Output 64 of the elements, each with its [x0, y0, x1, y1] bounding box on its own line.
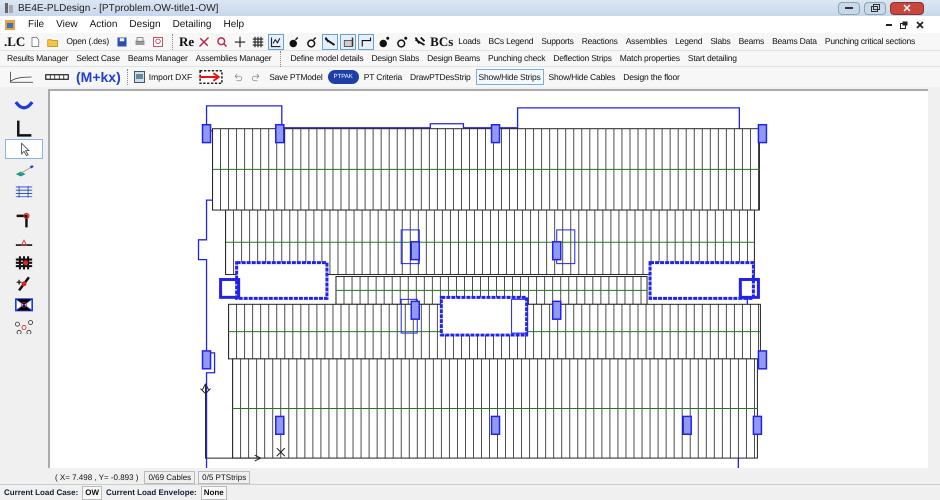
- toolbar-button[interactable]: PT Criteria: [360, 68, 406, 86]
- status-field: 0/69 Cables: [144, 470, 196, 484]
- toolbar-button[interactable]: Show/Hide Cables: [546, 68, 618, 86]
- toolbar-button[interactable]: Results Manager: [4, 50, 72, 67]
- toolbar-button[interactable]: Assemblies: [622, 33, 670, 50]
- app-icon: [4, 2, 14, 14]
- toolbar-button[interactable]: DrawPTDesStrip: [407, 68, 474, 86]
- toolbar-button[interactable]: Deflection Strips: [550, 50, 615, 67]
- menu-item[interactable]: File: [28, 17, 44, 32]
- slash-icon[interactable]: [322, 34, 338, 50]
- document-icon: [4, 18, 16, 30]
- document-icon: [134, 71, 145, 83]
- toolbar-button[interactable]: Open (.des): [63, 33, 112, 50]
- restore-icon: [900, 20, 908, 28]
- toolbar-label[interactable]: BCs: [430, 32, 454, 52]
- toolbar-button[interactable]: Design Slabs: [368, 50, 422, 67]
- toolbar-button[interactable]: Punching critical sections: [822, 33, 918, 50]
- formula-button[interactable]: (M+kx): [76, 66, 121, 88]
- import-dxf-button[interactable]: Import DXF: [134, 70, 192, 84]
- toolbar-button[interactable]: Beams Data: [769, 33, 820, 50]
- toolbar-button[interactable]: Define model details: [287, 50, 366, 67]
- toolbar-label[interactable]: Re: [179, 32, 194, 52]
- close-icon: [903, 4, 911, 12]
- toolbar-button[interactable]: Save PTModel: [266, 68, 326, 86]
- restore-icon: [870, 4, 880, 12]
- status-field: 0/5 PTStrips: [198, 470, 250, 484]
- minimize-button[interactable]: [838, 2, 860, 14]
- toolbar-button[interactable]: Beams Manager: [124, 50, 191, 67]
- minimize-icon: [886, 24, 892, 26]
- toolbar-button[interactable]: Design the floor: [620, 68, 683, 86]
- cursor-icon[interactable]: [5, 139, 43, 159]
- toolbar-button[interactable]: BCs Legend: [485, 33, 536, 50]
- toolbar-button[interactable]: Show/Hide Strips: [476, 68, 544, 86]
- toolbar-button[interactable]: Beams: [736, 33, 768, 50]
- menu-item[interactable]: View: [56, 17, 78, 32]
- toolbar-button[interactable]: Select Case: [73, 50, 123, 67]
- toolbar-button[interactable]: Punching check: [485, 50, 548, 67]
- menu-item[interactable]: Detailing: [172, 17, 212, 32]
- slab-icon[interactable]: [340, 34, 356, 50]
- toolbar-button[interactable]: Loads: [455, 33, 484, 50]
- toolbar-button[interactable]: Supports: [538, 33, 577, 50]
- minimize-icon: [845, 7, 853, 9]
- menu-item[interactable]: Design: [129, 17, 161, 32]
- toolbar-button[interactable]: Assemblies Manager: [192, 50, 274, 67]
- toolbar-button[interactable]: Start detailing: [684, 50, 740, 67]
- load-label: Current Load Case:: [4, 486, 78, 498]
- restore-button[interactable]: [864, 2, 886, 14]
- toolbar-button[interactable]: Legend: [672, 33, 706, 50]
- toolbar-label[interactable]: .LC: [4, 32, 26, 52]
- toolbar-button[interactable]: Reactions: [578, 33, 621, 50]
- toolbar-button[interactable]: Match properties: [616, 50, 683, 67]
- corner-icon[interactable]: [358, 34, 374, 50]
- load-label: Current Load Envelope:: [106, 486, 197, 498]
- toolbar-button[interactable]: Design Beams: [424, 50, 484, 67]
- close-icon: [916, 20, 924, 28]
- chart-icon[interactable]: [268, 34, 284, 50]
- load-value: OW: [82, 486, 102, 500]
- menu-item[interactable]: Action: [90, 17, 118, 32]
- load-value: None: [200, 486, 227, 500]
- status-field: ( X= 7.498 , Y= -0.893 ): [52, 472, 142, 482]
- close-button[interactable]: [890, 2, 924, 14]
- window-title: BE4E-PLDesign - [PTproblem.OW-title1-OW]: [18, 2, 220, 16]
- menu-item[interactable]: Help: [223, 17, 244, 32]
- toolbar-button[interactable]: Slabs: [707, 33, 734, 50]
